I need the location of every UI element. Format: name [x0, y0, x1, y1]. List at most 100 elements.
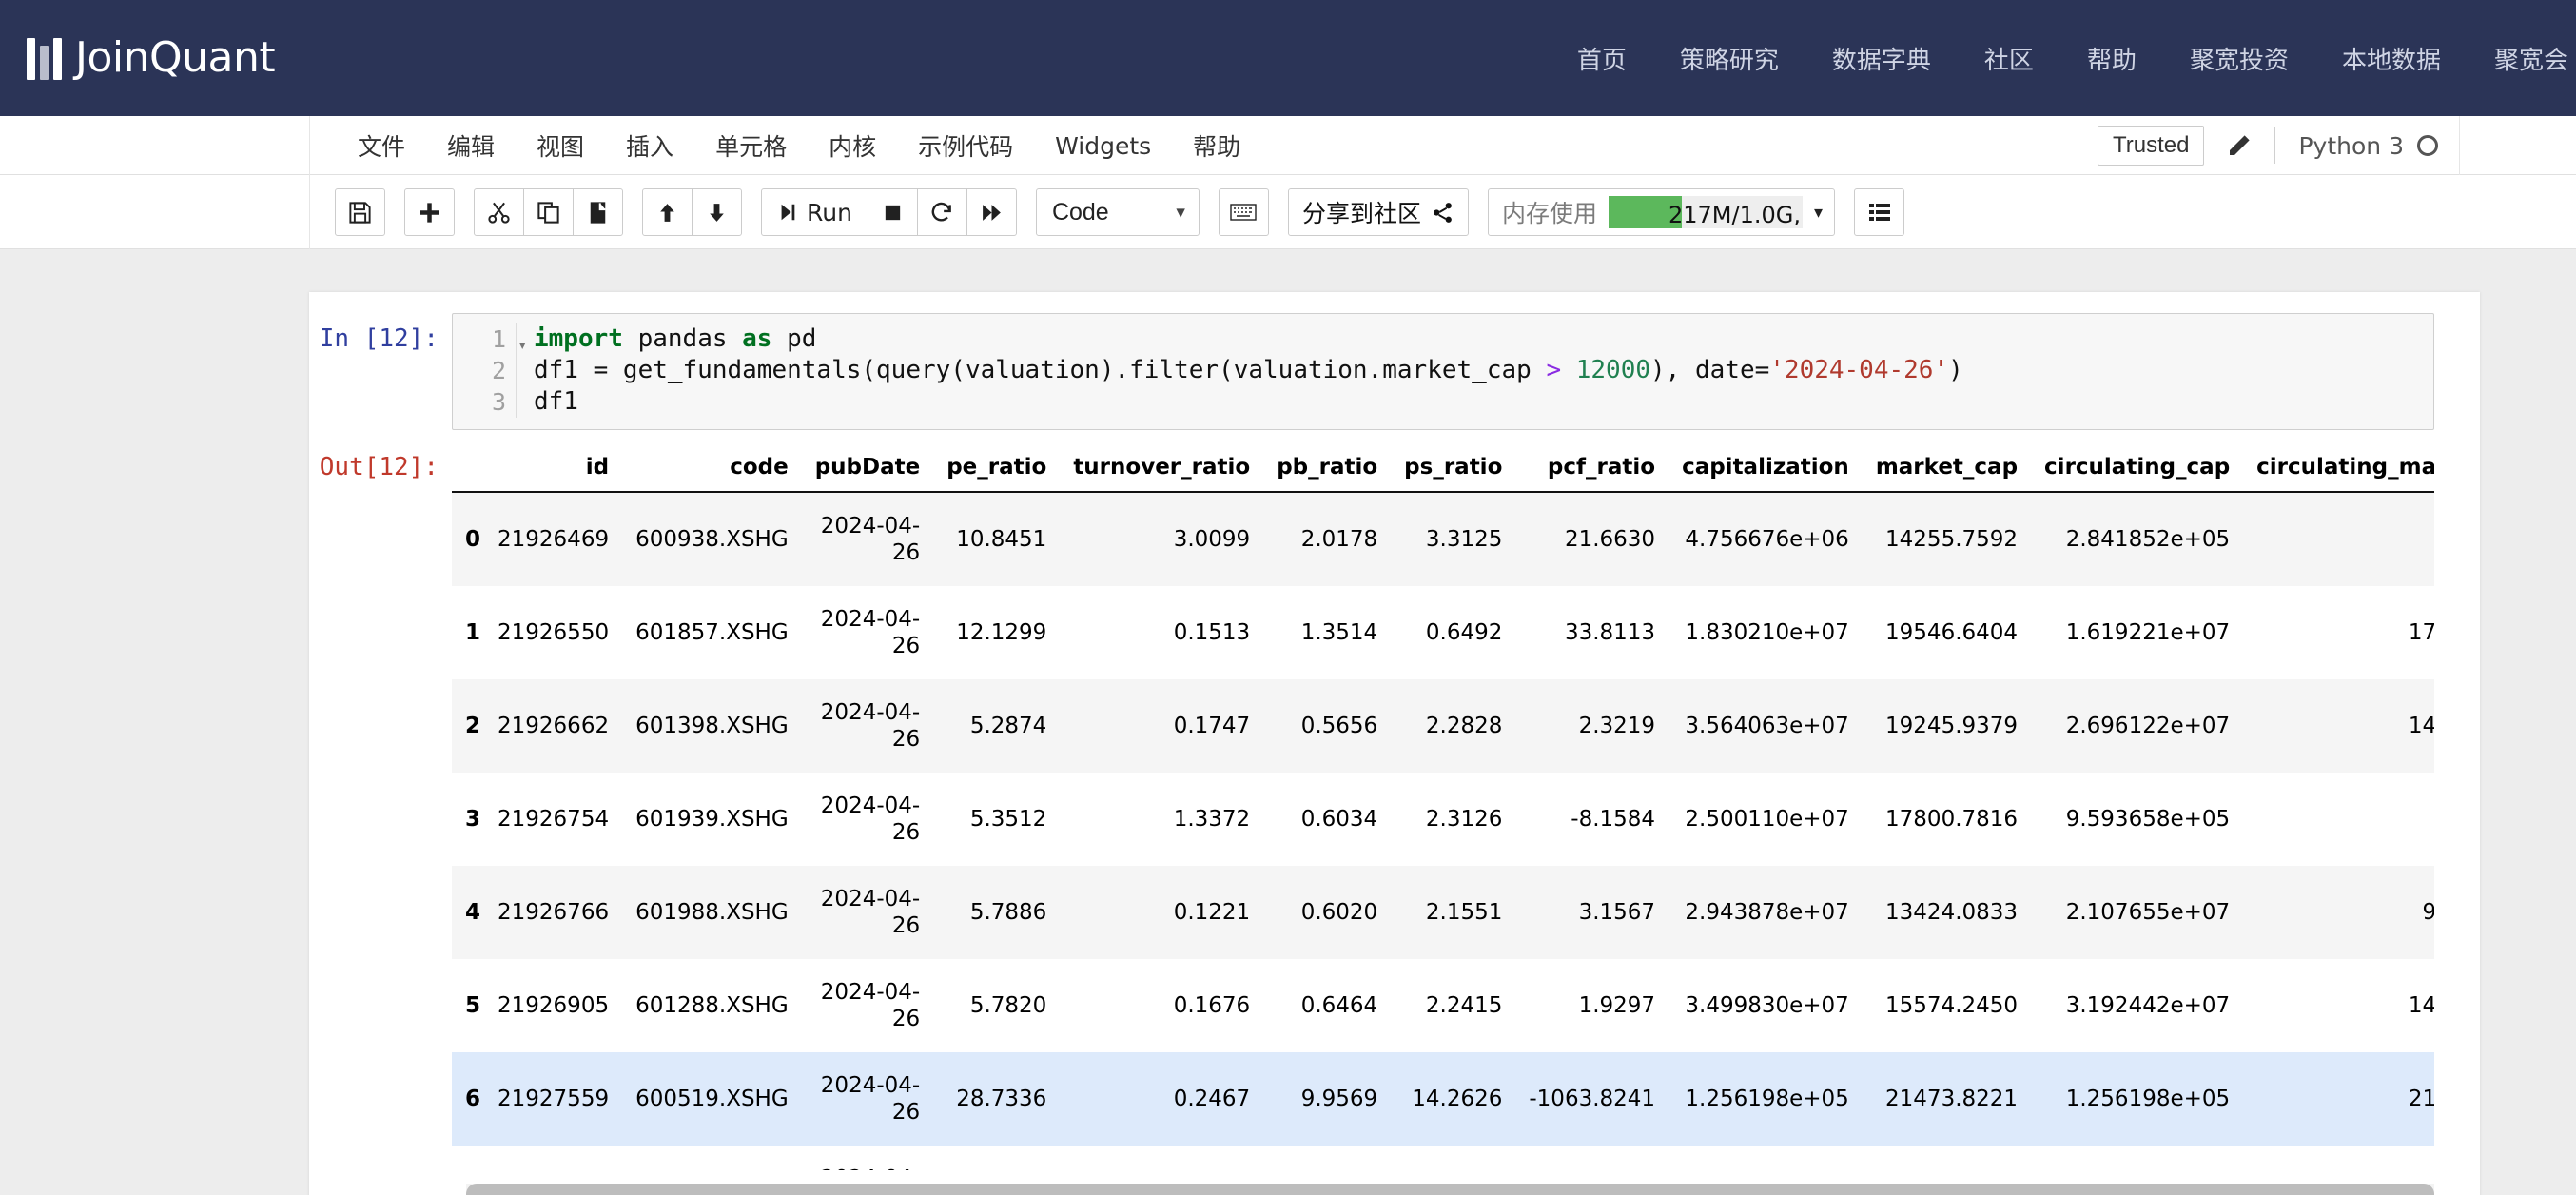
- paste-icon[interactable]: [573, 188, 623, 236]
- cell-circulating-cap: 1.256198e+05: [2065, 1087, 2231, 1111]
- menu-edit[interactable]: 编辑: [426, 128, 516, 163]
- table-row[interactable]: 4 21926766 601988.XSHG 2024-04-26 5.7886 0.12…: [452, 866, 2434, 959]
- cell-market-cap: 19546.6404: [1885, 620, 2019, 645]
- table-row[interactable]: 0 21926469 600938.XSHG 2024-04-26 10.8451 3.0…: [452, 492, 2434, 586]
- horizontal-scrollbar-thumb[interactable]: [466, 1184, 2434, 1195]
- cell-code: 601398.XSHG: [635, 714, 789, 738]
- cell-pcf-ratio: 1.9297: [1578, 993, 1656, 1018]
- trusted-badge[interactable]: Trusted: [2098, 126, 2205, 166]
- cell-pb-ratio: 0.5656: [1300, 714, 1378, 738]
- table-row[interactable]: 5 21926905 601288.XSHG 2024-04-26 5.7820 0.16…: [452, 959, 2434, 1052]
- nav-item-help[interactable]: 帮助: [2060, 41, 2163, 76]
- arrow-down-icon[interactable]: [692, 188, 742, 236]
- plus-icon[interactable]: [404, 188, 455, 236]
- stop-square-icon[interactable]: [867, 188, 918, 236]
- menu-cell[interactable]: 单元格: [694, 128, 808, 163]
- cell-ps-ratio: 2.3126: [1425, 807, 1503, 832]
- triangle-down-icon[interactable]: ▾: [517, 329, 527, 361]
- py-text: ): [1948, 356, 1963, 384]
- line-number: 2: [491, 357, 506, 384]
- move-cell-group: [642, 188, 742, 236]
- cell-ps-ratio: 2.2415: [1425, 993, 1503, 1018]
- menu-kernel[interactable]: 内核: [808, 128, 897, 163]
- dataframe-output[interactable]: id code pubDate pe_ratio turnover_ratio pb_ra…: [452, 445, 2434, 1195]
- py-text: df1 = get_fundamentals(query(valuation).…: [534, 356, 1547, 384]
- toc-group: [1854, 188, 1905, 236]
- cell-type-value: Code: [1051, 198, 1109, 225]
- run-button[interactable]: Run: [761, 188, 868, 236]
- menu-widgets[interactable]: Widgets: [1034, 132, 1172, 160]
- nav-item-research[interactable]: 策略研究: [1653, 41, 1805, 76]
- fast-forward-icon[interactable]: [966, 188, 1017, 236]
- table-row[interactable]: 2 21926662 601398.XSHG 2024-04-26 5.2874 0.17…: [452, 679, 2434, 773]
- pencil-icon[interactable]: [2204, 131, 2274, 160]
- cell-circulating-cap: 2.841852e+05: [2065, 527, 2231, 552]
- cell-id: 21926766: [498, 900, 610, 925]
- cell-circulating-market-cap: 14206.3674: [2408, 993, 2434, 1018]
- py-string: '2024-04-26': [1769, 356, 1949, 384]
- code-editor[interactable]: 1 2 3 ▾ import pandas as pd df1 = get_fun…: [452, 313, 2434, 430]
- brand-logo[interactable]: JoinQuant: [27, 33, 276, 82]
- nav-item-membership[interactable]: 聚宽会: [2468, 41, 2576, 76]
- arrow-up-icon[interactable]: [642, 188, 693, 236]
- code-text[interactable]: import pandas as pd df1 = get_fundamental…: [516, 323, 2433, 418]
- cell-pe-ratio: 5.7820: [969, 993, 1047, 1018]
- row-index: 4: [465, 900, 481, 925]
- restart-circle-icon[interactable]: [916, 188, 967, 236]
- table-row[interactable]: 3 21926754 601939.XSHG 2024-04-26 5.3512 1.33…: [452, 773, 2434, 866]
- table-header-market-cap: market_cap: [1862, 445, 2032, 493]
- cell-code: 600519.XSHG: [635, 1087, 789, 1111]
- memory-value-text: 217M/1.0G, 本篇186.58I: [1668, 201, 1803, 228]
- table-row[interactable]: 1 21926550 601857.XSHG 2024-04-26 12.1299 0.1…: [452, 586, 2434, 679]
- cell-type-select[interactable]: Code ▾: [1035, 188, 1200, 236]
- cell-market-cap: 13424.0833: [1885, 900, 2019, 925]
- menu-view[interactable]: 视图: [516, 128, 605, 163]
- list-lines-icon[interactable]: [1854, 188, 1905, 236]
- row-index: 1: [465, 620, 481, 645]
- keyboard-icon[interactable]: [1218, 188, 1269, 236]
- horizontal-scrollbar[interactable]: [466, 1184, 2434, 1195]
- cell-id: 21926905: [498, 993, 610, 1018]
- cell-pcf-ratio: -1063.8241: [1529, 1087, 1656, 1111]
- copy-icon[interactable]: [523, 188, 574, 236]
- input-prompt: In [12]:: [319, 324, 439, 353]
- code-line-3: df1: [534, 387, 578, 416]
- cell-capitalization: 2.943878e+07: [1685, 900, 1849, 925]
- kernel-idle-circle-icon[interactable]: [2417, 135, 2438, 156]
- cell-capitalization: 1.830210e+07: [1685, 620, 1849, 645]
- primary-navigation: 首页 策略研究 数据字典 社区 帮助 聚宽投资 本地数据 聚宽会: [1551, 41, 2576, 76]
- brand-name: JoinQuant: [75, 33, 276, 82]
- nav-item-community[interactable]: 社区: [1958, 41, 2060, 76]
- scissors-icon[interactable]: [474, 188, 524, 236]
- py-text: ), date=: [1650, 356, 1770, 384]
- kernel-name-label: Python 3: [2298, 131, 2404, 160]
- cell-id: 21927559: [498, 1087, 610, 1111]
- cell-market-cap: 21473.8221: [1885, 1087, 2019, 1111]
- menu-help[interactable]: 帮助: [1172, 128, 1261, 163]
- cell-capitalization: 3.564063e+07: [1685, 714, 1849, 738]
- cell-pcf-ratio: 21.6630: [1564, 527, 1656, 552]
- nav-item-investment[interactable]: 聚宽投资: [2163, 41, 2315, 76]
- nav-item-home[interactable]: 首页: [1551, 41, 1653, 76]
- cell-capitalization: 4.756676e+06: [1685, 527, 1849, 552]
- cell-pcf-ratio: 2.3219: [1578, 714, 1656, 738]
- table-row[interactable]: 6 21927559 600519.XSHG 2024-04-26 28.7336 0.2…: [452, 1052, 2434, 1146]
- nav-item-data-dict[interactable]: 数据字典: [1805, 41, 1958, 76]
- menubar-divider: [2274, 127, 2276, 164]
- code-cell[interactable]: In [12]: 1 2 3 ▾ import pandas as pd df1 …: [309, 292, 2480, 430]
- floppy-save-icon[interactable]: [335, 188, 385, 236]
- table-header-pe-ratio: pe_ratio: [933, 445, 1061, 493]
- nav-item-local-data[interactable]: 本地数据: [2315, 41, 2468, 76]
- menu-file[interactable]: 文件: [337, 128, 426, 163]
- table-header-circulating-market-cap: circulating_market_cap: [2243, 445, 2434, 493]
- share-to-community-button[interactable]: 分享到社区: [1287, 188, 1469, 236]
- table-header-capitalization: capitalization: [1669, 445, 1863, 493]
- menu-examples[interactable]: 示例代码: [897, 128, 1034, 163]
- caret-down-icon[interactable]: ▾: [1814, 203, 1823, 223]
- table-header-ps-ratio: ps_ratio: [1391, 445, 1516, 493]
- memory-label: 内存使用: [1501, 200, 1597, 227]
- menu-insert[interactable]: 插入: [605, 128, 694, 163]
- memory-usage-widget[interactable]: 内存使用 217M/1.0G, 本篇186.58I ▾: [1487, 188, 1836, 236]
- cell-market-cap: 15574.2450: [1885, 993, 2019, 1018]
- py-operator: >: [1546, 356, 1562, 384]
